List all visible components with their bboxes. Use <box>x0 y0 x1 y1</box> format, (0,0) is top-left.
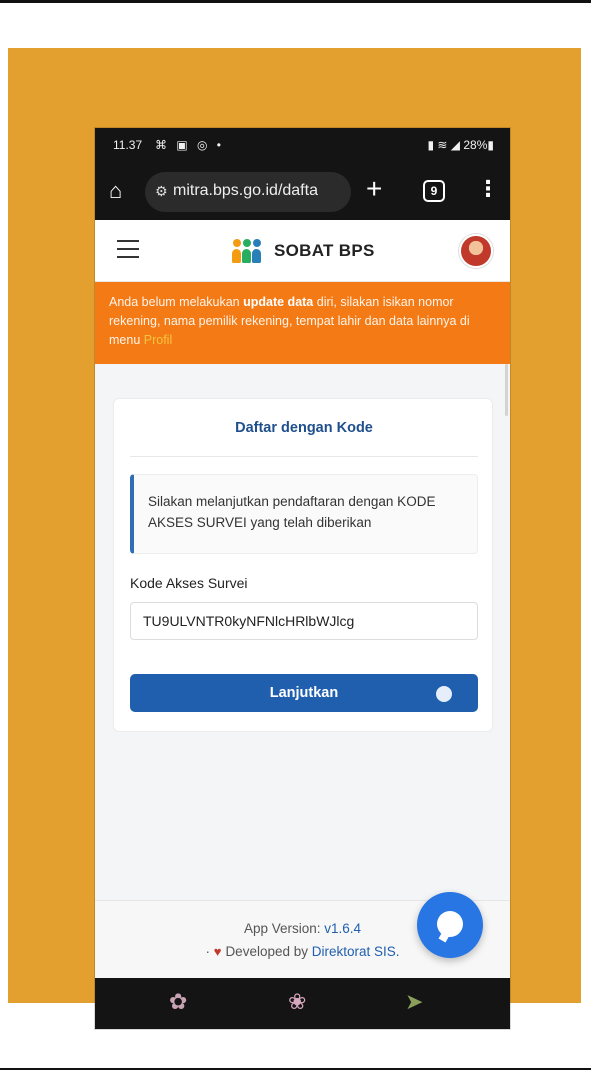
continue-button-label: Lanjutkan <box>269 685 339 701</box>
developer-label: Developed by <box>225 944 312 959</box>
heart-icon: ♥ <box>213 944 222 959</box>
developer-link[interactable]: Direktorat SIS. <box>312 944 400 959</box>
info-alert: Silakan melanjutkan pendaftaran dengan K… <box>130 474 478 554</box>
register-card: Daftar dengan Kode Silakan melanjutkan p… <box>113 398 493 732</box>
system-nav-bar: ✿ ❀ ➤ <box>95 978 510 1029</box>
loading-spinner-icon <box>436 686 452 702</box>
new-tab-icon[interactable]: + <box>366 174 382 204</box>
version-label: App Version: <box>243 921 325 936</box>
top-rule <box>0 0 591 3</box>
notice-bold: update data <box>243 295 314 309</box>
more-vertical-icon[interactable]: ⋮ <box>477 176 499 202</box>
address-bar[interactable]: ⚙ mitra.bps.go.id/dafta <box>145 172 351 212</box>
scrollbar[interactable] <box>505 364 508 416</box>
bullet: · <box>205 944 210 959</box>
app-title: SOBAT BPS <box>274 241 375 260</box>
video-frame: 11.37 ⌘ ▣ ◎ • ▮ ≋ ◢ 28%▮ ⌂ ⚙ mitra.bps.g… <box>8 48 581 1029</box>
status-time: 11.37 <box>113 138 143 152</box>
tab-switcher-icon[interactable]: 9 <box>423 180 445 202</box>
status-bar: 11.37 ⌘ ▣ ◎ • ▮ ≋ ◢ 28%▮ <box>95 128 510 164</box>
update-data-notice: Anda belum melakukan update data diri, s… <box>95 282 510 364</box>
chat-bubble-icon <box>437 911 463 937</box>
app-header: SOBAT BPS <box>95 220 510 282</box>
continue-button[interactable]: Lanjutkan <box>130 674 478 712</box>
site-settings-icon[interactable]: ⚙ <box>155 183 168 200</box>
phone-screen: 11.37 ⌘ ▣ ◎ • ▮ ≋ ◢ 28%▮ ⌂ ⚙ mitra.bps.g… <box>95 128 510 1029</box>
status-notification-icons: ⌘ ▣ ◎ • <box>155 138 225 152</box>
divider <box>130 456 478 457</box>
browser-toolbar: ⌂ ⚙ mitra.bps.go.id/dafta + 9 ⋮ <box>95 164 510 220</box>
back-nav-icon[interactable]: ➤ <box>405 990 423 1014</box>
notice-text-before: Anda belum melakukan <box>109 295 244 309</box>
battery-status: ▮ ≋ ◢ 28%▮ <box>427 138 494 152</box>
version-number: v1.6.4 <box>324 921 362 936</box>
url-text: mitra.bps.go.id/dafta <box>173 182 318 199</box>
avatar[interactable] <box>459 234 493 268</box>
access-code-input[interactable]: TU9ULVNTR0kyNFNlcHRlbWJlcg <box>130 602 478 640</box>
brand: SOBAT BPS <box>232 238 375 264</box>
profile-link[interactable]: Profil <box>144 333 172 347</box>
chat-button[interactable] <box>417 892 483 958</box>
home-icon[interactable]: ⌂ <box>109 179 133 203</box>
menu-icon[interactable] <box>117 240 139 258</box>
card-title: Daftar dengan Kode <box>235 420 373 436</box>
access-code-label: Kode Akses Survei <box>130 575 248 591</box>
home-nav-icon[interactable]: ❀ <box>288 990 306 1014</box>
sobat-bps-logo-icon <box>232 239 264 263</box>
recent-apps-icon[interactable]: ✿ <box>169 990 187 1014</box>
